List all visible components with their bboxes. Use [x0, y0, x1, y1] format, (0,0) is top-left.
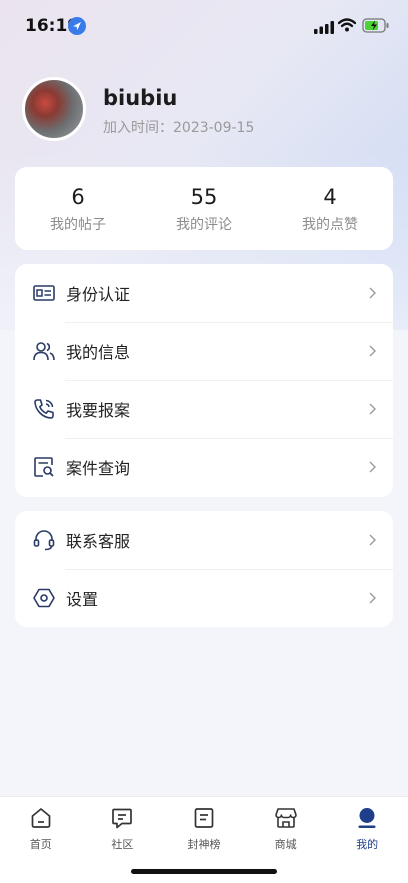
tab-label: 我的	[356, 838, 379, 851]
chevron-right-icon	[369, 534, 376, 546]
menu-item-label: 我的信息	[66, 343, 131, 362]
home-icon	[31, 808, 51, 828]
settings-hexagon-icon	[33, 588, 55, 608]
stat-comments[interactable]: 55 我的评论	[141, 167, 267, 250]
avatar[interactable]	[22, 77, 86, 141]
tab-label: 商城	[274, 838, 297, 851]
shop-icon	[274, 808, 297, 828]
menu-item-my-info[interactable]: 我的信息	[15, 322, 393, 380]
stat-label: 我的点赞	[302, 216, 358, 233]
battery-charging-icon	[362, 18, 390, 37]
profile-icon	[358, 808, 376, 828]
tab-profile[interactable]: 我的	[326, 797, 408, 883]
menu-item-label: 我要报案	[66, 401, 131, 420]
menu-item-report-case[interactable]: 我要报案	[15, 380, 393, 438]
menu-item-label: 案件查询	[66, 459, 131, 478]
menu-item-contact-support[interactable]: 联系客服	[15, 511, 393, 569]
stat-label: 我的评论	[176, 216, 232, 233]
menu-item-case-query[interactable]: 案件查询	[15, 438, 393, 496]
menu-item-identity-verification[interactable]: 身份认证	[15, 264, 393, 322]
chevron-right-icon	[369, 287, 376, 299]
join-date: 加入时间：2023-09-15	[103, 120, 255, 136]
tab-label: 封神榜	[187, 838, 221, 851]
stat-posts[interactable]: 6 我的帖子	[15, 167, 141, 250]
cellular-signal-icon	[314, 19, 334, 38]
chevron-right-icon	[369, 592, 376, 604]
ranking-icon	[194, 808, 214, 828]
tab-label: 社区	[111, 838, 134, 851]
stat-label: 我的帖子	[50, 216, 106, 233]
stat-value: 6	[71, 184, 85, 209]
menu-item-settings[interactable]: 设置	[15, 569, 393, 627]
menu-item-label: 身份认证	[66, 285, 131, 304]
status-bar: 16:19	[0, 0, 408, 52]
stats-card: 6 我的帖子 55 我的评论 4 我的点赞	[15, 167, 393, 250]
menu-group-account: 身份认证 我的信息 我要报案 案件查询	[15, 264, 393, 497]
wifi-icon	[337, 17, 357, 36]
chevron-right-icon	[369, 461, 376, 473]
menu-group-support: 联系客服 设置	[15, 511, 393, 627]
headset-icon	[33, 530, 55, 551]
home-indicator	[131, 869, 277, 874]
chat-icon	[112, 808, 133, 829]
location-arrow-icon	[68, 17, 86, 35]
id-card-icon	[33, 285, 55, 301]
phone-call-icon	[34, 399, 54, 419]
menu-item-label: 设置	[66, 590, 99, 609]
username: biubiu	[103, 86, 178, 110]
stat-value: 4	[323, 184, 337, 209]
stat-likes[interactable]: 4 我的点赞	[267, 167, 393, 250]
case-search-icon	[34, 457, 54, 477]
users-icon	[33, 342, 55, 361]
stat-value: 55	[190, 184, 218, 209]
menu-item-label: 联系客服	[66, 532, 131, 551]
chevron-right-icon	[369, 345, 376, 357]
chevron-right-icon	[369, 403, 376, 415]
tab-label: 首页	[29, 838, 52, 851]
tab-home[interactable]: 首页	[0, 797, 82, 883]
